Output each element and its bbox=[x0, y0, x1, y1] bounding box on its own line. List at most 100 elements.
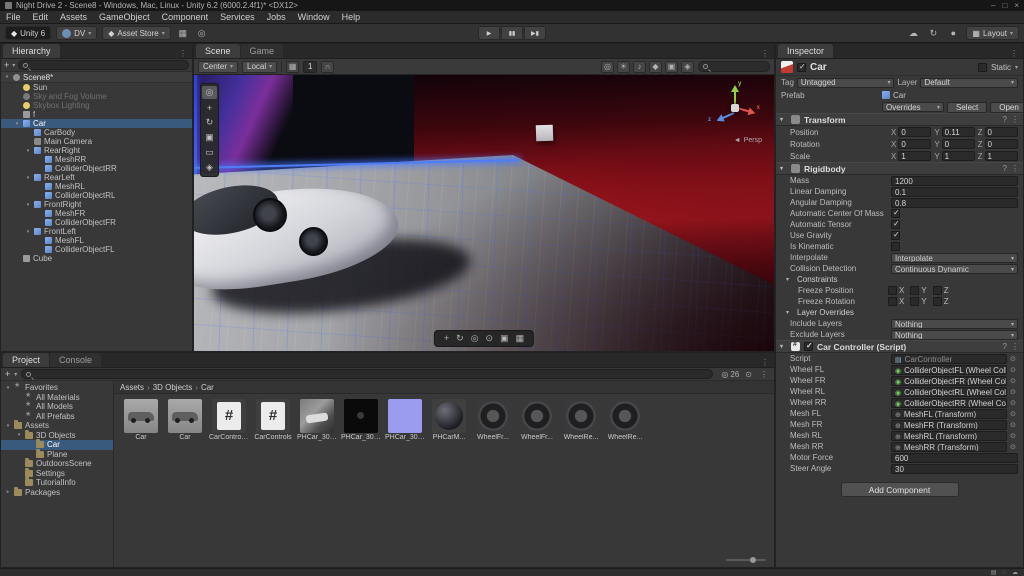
expand-arrow[interactable]: ▾ bbox=[14, 121, 20, 127]
foldout-arrow[interactable]: ▾ bbox=[786, 309, 793, 316]
chevron-down-icon[interactable] bbox=[1015, 64, 1018, 71]
hierarchy-item[interactable]: CarBody bbox=[1, 128, 192, 137]
y-field[interactable]: 0 bbox=[941, 139, 975, 149]
asset-store-button[interactable]: ◆ Asset Store bbox=[102, 26, 171, 40]
foldout-arrow[interactable]: ▾ bbox=[780, 165, 787, 172]
object-picker-icon[interactable]: ⊙ bbox=[1010, 443, 1018, 451]
transform-tool[interactable]: ◈ bbox=[202, 161, 217, 174]
foldout-arrow[interactable]: ▾ bbox=[780, 116, 787, 123]
value-field[interactable]: MeshFL (Transform) bbox=[891, 408, 1007, 419]
hidden-packages-badge[interactable]: ◎ 26 bbox=[721, 370, 739, 379]
tab-hierarchy[interactable]: Hierarchy bbox=[3, 44, 60, 58]
hierarchy-item[interactable]: f bbox=[1, 110, 192, 119]
audio-icon[interactable]: ♪ bbox=[633, 60, 646, 73]
panel-menu-icon[interactable]: ⋮ bbox=[756, 358, 774, 367]
gameobject-name[interactable]: Car bbox=[810, 62, 827, 73]
tool-handle-rotation-dropdown[interactable]: Local bbox=[242, 60, 278, 73]
object-picker-icon[interactable]: ⊙ bbox=[1010, 366, 1018, 374]
project-tree-item[interactable]: OutdoorsScene bbox=[1, 458, 113, 469]
snap-increment-field[interactable]: 1 bbox=[303, 60, 318, 73]
grid-view-icon[interactable]: ▦ bbox=[176, 26, 190, 40]
hierarchy-item[interactable]: ▾ FrontRight bbox=[1, 200, 192, 209]
menu-item[interactable]: Assets bbox=[54, 11, 93, 23]
project-tree-item[interactable]: ▸ Packages bbox=[1, 486, 113, 498]
create-object-button[interactable]: + bbox=[4, 60, 9, 70]
foldout-arrow[interactable]: ▾ bbox=[786, 276, 793, 283]
asset-thumbnail[interactable]: PHCar_3001... bbox=[297, 399, 337, 441]
asset-thumbnail[interactable]: WheelFr... bbox=[517, 399, 557, 441]
projection-mode-label[interactable]: ◄ Persp bbox=[734, 137, 762, 144]
value-field[interactable]: ColliderObjectFR (Wheel Collider) bbox=[891, 375, 1007, 386]
value-field[interactable]: 0.1 bbox=[891, 186, 1018, 197]
car-object[interactable] bbox=[194, 163, 484, 334]
gizmo-center-cube[interactable] bbox=[731, 104, 739, 112]
hierarchy-item[interactable]: ColliderObjectFR bbox=[1, 218, 192, 227]
project-tree-item[interactable]: TutorialInfo bbox=[1, 477, 113, 488]
y-field[interactable]: 1 bbox=[941, 151, 975, 161]
tab-inspector[interactable]: Inspector bbox=[778, 44, 834, 58]
object-picker-icon[interactable]: ⊙ bbox=[1010, 377, 1018, 385]
activity-icon[interactable]: ◌ bbox=[1002, 570, 1006, 576]
asset-thumbnail[interactable]: WheelFr... bbox=[473, 399, 513, 441]
console-status-icon[interactable]: ▤ bbox=[991, 569, 997, 576]
asset-thumbnail[interactable]: Car bbox=[165, 399, 205, 441]
value-field[interactable]: 600 bbox=[891, 452, 1018, 463]
hierarchy-item[interactable]: ▾ RearLeft bbox=[1, 173, 192, 182]
rigidbody-component-header[interactable]: ▾ Rigidbody ? ⋮ bbox=[776, 162, 1023, 175]
layer-dropdown[interactable]: Default bbox=[920, 77, 1019, 88]
component-enabled-checkbox[interactable] bbox=[804, 341, 813, 351]
menu-item[interactable]: Edit bbox=[27, 11, 55, 23]
move-tool[interactable]: + bbox=[202, 101, 217, 114]
tab-game[interactable]: Game bbox=[240, 44, 284, 58]
panel-menu-icon[interactable]: ⋮ bbox=[174, 49, 192, 58]
expand-arrow[interactable]: ▾ bbox=[25, 175, 31, 181]
play-button[interactable]: ▶ bbox=[478, 26, 500, 40]
expand-arrow[interactable]: ▾ bbox=[5, 385, 11, 391]
expand-arrow[interactable]: ▾ bbox=[4, 74, 10, 80]
project-tree-item[interactable]: Plane bbox=[1, 448, 113, 460]
layout-dropdown[interactable]: ▦ Layout bbox=[966, 26, 1019, 40]
thumbnail-zoom-slider[interactable] bbox=[726, 556, 766, 564]
breadcrumb-segment[interactable]: Car bbox=[195, 383, 214, 392]
value-field[interactable]: MeshFR (Transform) bbox=[891, 419, 1007, 430]
maximize-button[interactable]: □ bbox=[1002, 1, 1007, 10]
hierarchy-search-input[interactable] bbox=[18, 60, 189, 70]
object-picker-icon[interactable]: ⊙ bbox=[1010, 388, 1018, 396]
hierarchy-item[interactable]: Cube bbox=[1, 254, 192, 263]
rotate-tool[interactable]: ↻ bbox=[202, 116, 217, 129]
tab-console[interactable]: Console bbox=[50, 353, 102, 367]
expand-arrow[interactable]: ▸ bbox=[5, 489, 11, 495]
chevron-down-icon[interactable] bbox=[14, 371, 17, 378]
value-field[interactable]: 1200 bbox=[891, 175, 1018, 186]
value-field[interactable]: MeshRL (Transform) bbox=[891, 430, 1007, 441]
search-everything-icon[interactable]: ◎ bbox=[195, 26, 209, 40]
value-field[interactable]: 30 bbox=[891, 463, 1018, 474]
value-dropdown[interactable]: Nothing bbox=[891, 329, 1018, 340]
y-field[interactable]: 0.11 bbox=[941, 127, 975, 137]
grid-tool-icon[interactable]: ▦ bbox=[516, 333, 525, 344]
component-menu-icon[interactable]: ⋮ bbox=[1011, 342, 1019, 351]
transform-component-header[interactable]: ▾ Transform ? ⋮ bbox=[776, 113, 1023, 126]
visibility-icon[interactable]: ◎ bbox=[601, 60, 614, 73]
layer-overrides-foldout[interactable]: ▾ Layer Overrides bbox=[776, 307, 1023, 318]
hierarchy-item[interactable]: Sky and Fog Volume bbox=[1, 92, 192, 101]
object-picker-icon[interactable]: ⊙ bbox=[1010, 355, 1018, 363]
asset-thumbnail[interactable]: PHCarM... bbox=[429, 399, 469, 441]
hierarchy-item[interactable]: Main Camera bbox=[1, 137, 192, 146]
freeze-x-checkbox[interactable] bbox=[888, 297, 897, 306]
menu-item[interactable]: GameObject bbox=[93, 11, 156, 23]
project-tree-item[interactable]: ▾ 3D Objects bbox=[1, 429, 113, 441]
asset-thumbnail[interactable]: Car bbox=[121, 399, 161, 441]
cloud-icon[interactable]: ☁ bbox=[906, 26, 920, 40]
project-search-input[interactable] bbox=[21, 369, 714, 379]
grid-snap-icon[interactable]: ▦ bbox=[286, 60, 300, 73]
help-icon[interactable]: ? bbox=[1003, 115, 1007, 124]
tab-scene[interactable]: Scene bbox=[196, 44, 240, 58]
x-field[interactable]: 0 bbox=[898, 139, 932, 149]
overrides-dropdown[interactable]: Overrides bbox=[882, 102, 944, 112]
asset-thumbnail[interactable]: PHCar_3001... bbox=[341, 399, 381, 441]
close-button[interactable]: × bbox=[1014, 1, 1019, 10]
project-tree-item[interactable]: Settings bbox=[1, 467, 113, 479]
asset-thumbnail[interactable]: CarController bbox=[209, 399, 249, 441]
create-asset-button[interactable]: + bbox=[5, 369, 10, 379]
